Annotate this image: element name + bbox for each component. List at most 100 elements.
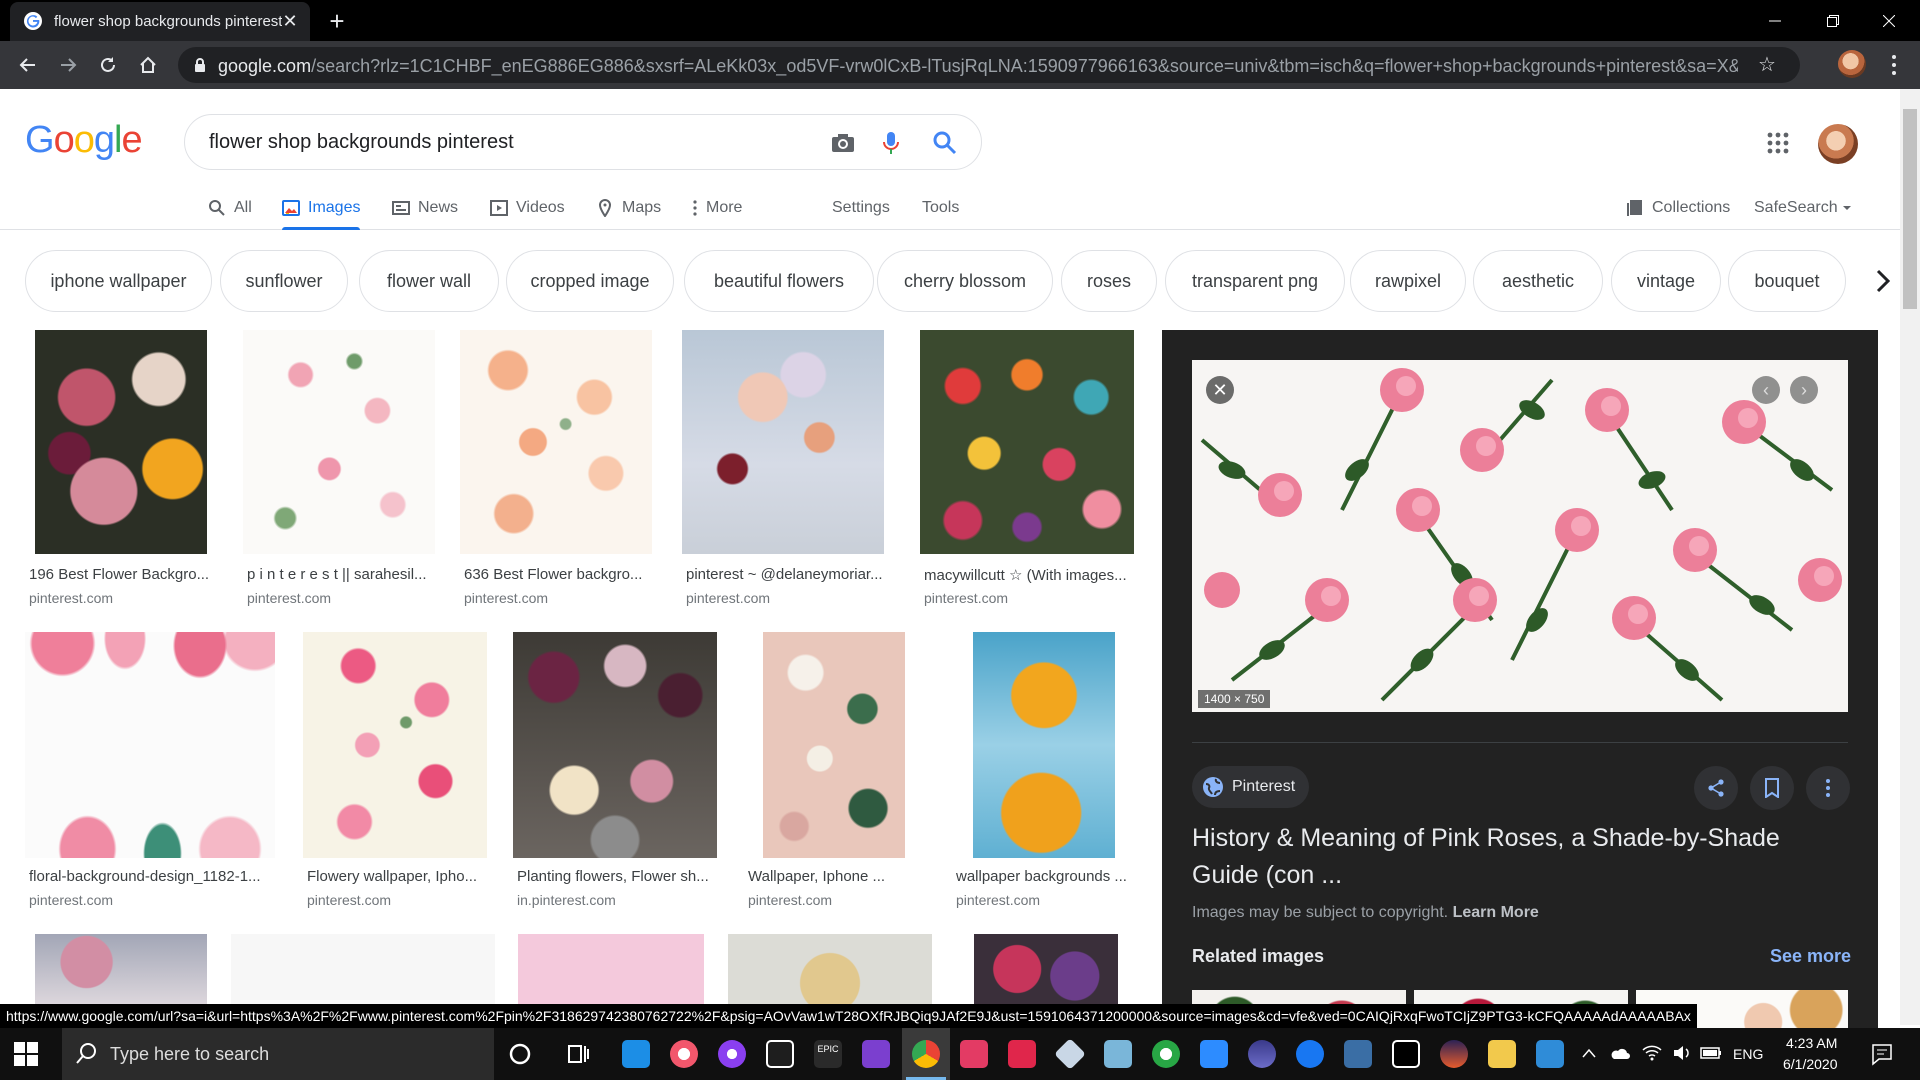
image-result[interactable]	[728, 934, 932, 1004]
settings-link[interactable]: Settings	[832, 190, 890, 226]
result-thumbnail[interactable]	[231, 934, 495, 1004]
result-caption[interactable]: macywillcutt ☆ (With images...	[924, 566, 1136, 584]
chip[interactable]: roses	[1061, 250, 1157, 312]
home-button[interactable]	[132, 49, 164, 81]
unity-icon[interactable]	[766, 1040, 794, 1068]
tab-close-icon[interactable]: ✕	[280, 11, 300, 31]
profile-avatar[interactable]	[1838, 50, 1866, 78]
chip[interactable]: sunflower	[220, 250, 348, 312]
chip[interactable]: cropped image	[506, 250, 674, 312]
image-result[interactable]	[518, 934, 704, 1004]
result-source[interactable]: in.pinterest.com	[517, 892, 616, 908]
microphone-icon[interactable]	[877, 129, 905, 157]
page-scrollbar[interactable]	[1900, 89, 1920, 1025]
chip[interactable]: rawpixel	[1350, 250, 1466, 312]
itunes-icon[interactable]	[670, 1040, 698, 1068]
result-caption[interactable]: pinterest ~ @delaneymoriar...	[686, 566, 888, 583]
result-thumbnail[interactable]	[682, 330, 884, 554]
image-result[interactable]	[231, 934, 495, 1004]
task-view-icon[interactable]	[564, 1040, 592, 1068]
instagram-icon[interactable]	[960, 1040, 988, 1068]
3d-viewer-icon[interactable]	[1054, 1038, 1086, 1070]
share-button[interactable]	[1694, 766, 1738, 810]
more-options-button[interactable]	[1806, 766, 1850, 810]
chip[interactable]: flower wall	[359, 250, 499, 312]
taskbar-search-box[interactable]: Type here to search	[62, 1028, 494, 1080]
chip[interactable]: beautiful flowers	[684, 250, 874, 312]
result-thumbnail[interactable]	[513, 632, 717, 858]
input-language[interactable]: ENG	[1733, 1046, 1763, 1062]
epic-games-icon[interactable]: EPIC	[814, 1040, 842, 1068]
zoom-icon[interactable]	[1200, 1040, 1228, 1068]
arduino-icon[interactable]	[1008, 1040, 1036, 1068]
image-result[interactable]	[974, 934, 1118, 1004]
result-thumbnail[interactable]	[763, 632, 905, 858]
result-source[interactable]: pinterest.com	[464, 590, 548, 606]
result-thumbnail[interactable]	[920, 330, 1134, 554]
cortana-icon[interactable]	[506, 1040, 534, 1068]
source-site-chip[interactable]: Pinterest	[1192, 766, 1310, 808]
result-thumbnail[interactable]	[728, 934, 932, 1004]
camera-icon[interactable]	[829, 129, 857, 157]
image-result[interactable]	[35, 934, 207, 1004]
result-source[interactable]: pinterest.com	[748, 892, 832, 908]
result-thumbnail[interactable]	[974, 934, 1118, 1004]
result-caption[interactable]: floral-background-design_1182-1...	[29, 868, 277, 885]
preview-next-icon[interactable]: ›	[1790, 376, 1818, 404]
photos-icon[interactable]	[1536, 1040, 1564, 1068]
result-caption[interactable]: 196 Best Flower Backgro...	[29, 566, 215, 583]
paint3d-icon[interactable]	[1104, 1040, 1132, 1068]
see-more-link[interactable]: See more	[1770, 946, 1851, 967]
result-source[interactable]: pinterest.com	[686, 590, 770, 606]
back-button[interactable]	[12, 49, 44, 81]
visual-studio-icon[interactable]	[862, 1040, 890, 1068]
preview-image[interactable]	[1192, 360, 1848, 712]
result-caption[interactable]: Planting flowers, Flower sh...	[517, 868, 721, 885]
forward-button[interactable]	[52, 49, 84, 81]
url-text[interactable]: google.com/search?rlz=1C1CHBF_enEG886EG8…	[218, 56, 1738, 76]
tab-videos[interactable]: Videos	[490, 190, 565, 226]
safesearch-dropdown[interactable]: SafeSearch	[1754, 190, 1852, 226]
preview-close-icon[interactable]: ✕	[1206, 376, 1234, 404]
minimize-button[interactable]	[1752, 0, 1798, 41]
image-result[interactable]: Wallpaper, Iphone ... pinterest.com	[744, 632, 930, 912]
podcast-icon[interactable]	[718, 1040, 746, 1068]
result-source[interactable]: pinterest.com	[247, 590, 331, 606]
account-avatar[interactable]	[1818, 124, 1858, 164]
tools-link[interactable]: Tools	[922, 190, 959, 226]
scrollbar-thumb[interactable]	[1903, 109, 1917, 309]
file-explorer-icon[interactable]	[1488, 1040, 1516, 1068]
chip[interactable]: bouquet	[1728, 250, 1846, 312]
windows-start-icon[interactable]	[14, 1042, 38, 1066]
onedrive-icon[interactable]	[1610, 1046, 1630, 1060]
chip[interactable]: vintage	[1611, 250, 1721, 312]
result-caption[interactable]: 636 Best Flower backgro...	[464, 566, 656, 583]
browser-menu-icon[interactable]	[1884, 52, 1904, 78]
reload-button[interactable]	[92, 49, 124, 81]
result-thumbnail[interactable]	[460, 330, 652, 554]
image-result[interactable]: 196 Best Flower Backgro... pinterest.com	[25, 330, 215, 610]
result-source[interactable]: pinterest.com	[956, 892, 1040, 908]
clock-time[interactable]: 4:23 AM	[1786, 1035, 1837, 1051]
tray-chevron-up-icon[interactable]	[1582, 1048, 1596, 1058]
address-bar[interactable]: google.com/search?rlz=1C1CHBF_enEG886EG8…	[178, 47, 1800, 83]
apps-grid-icon[interactable]	[1766, 131, 1790, 155]
result-thumbnail[interactable]	[25, 632, 275, 858]
learn-more-link[interactable]: Learn More	[1453, 904, 1539, 921]
tab-all[interactable]: All	[208, 190, 252, 226]
chip[interactable]: cherry blossom	[877, 250, 1053, 312]
battery-icon[interactable]	[1700, 1046, 1722, 1060]
preview-prev-icon[interactable]: ‹	[1752, 376, 1780, 404]
messenger-icon[interactable]	[1296, 1040, 1324, 1068]
notifications-icon[interactable]	[1870, 1042, 1894, 1066]
image-result[interactable]: macywillcutt ☆ (With images... pinterest…	[920, 330, 1136, 610]
result-thumbnail[interactable]	[35, 934, 207, 1004]
result-caption[interactable]: wallpaper backgrounds ...	[956, 868, 1138, 885]
result-thumbnail[interactable]	[35, 330, 207, 554]
github-desktop-icon[interactable]	[1152, 1040, 1180, 1068]
wifi-icon[interactable]	[1642, 1044, 1662, 1062]
search-input[interactable]: flower shop backgrounds pinterest	[209, 131, 514, 154]
eclipse-ide-icon[interactable]	[1440, 1040, 1468, 1068]
eclipse-icon[interactable]	[1248, 1040, 1276, 1068]
collections-link[interactable]: Collections	[1626, 190, 1730, 226]
